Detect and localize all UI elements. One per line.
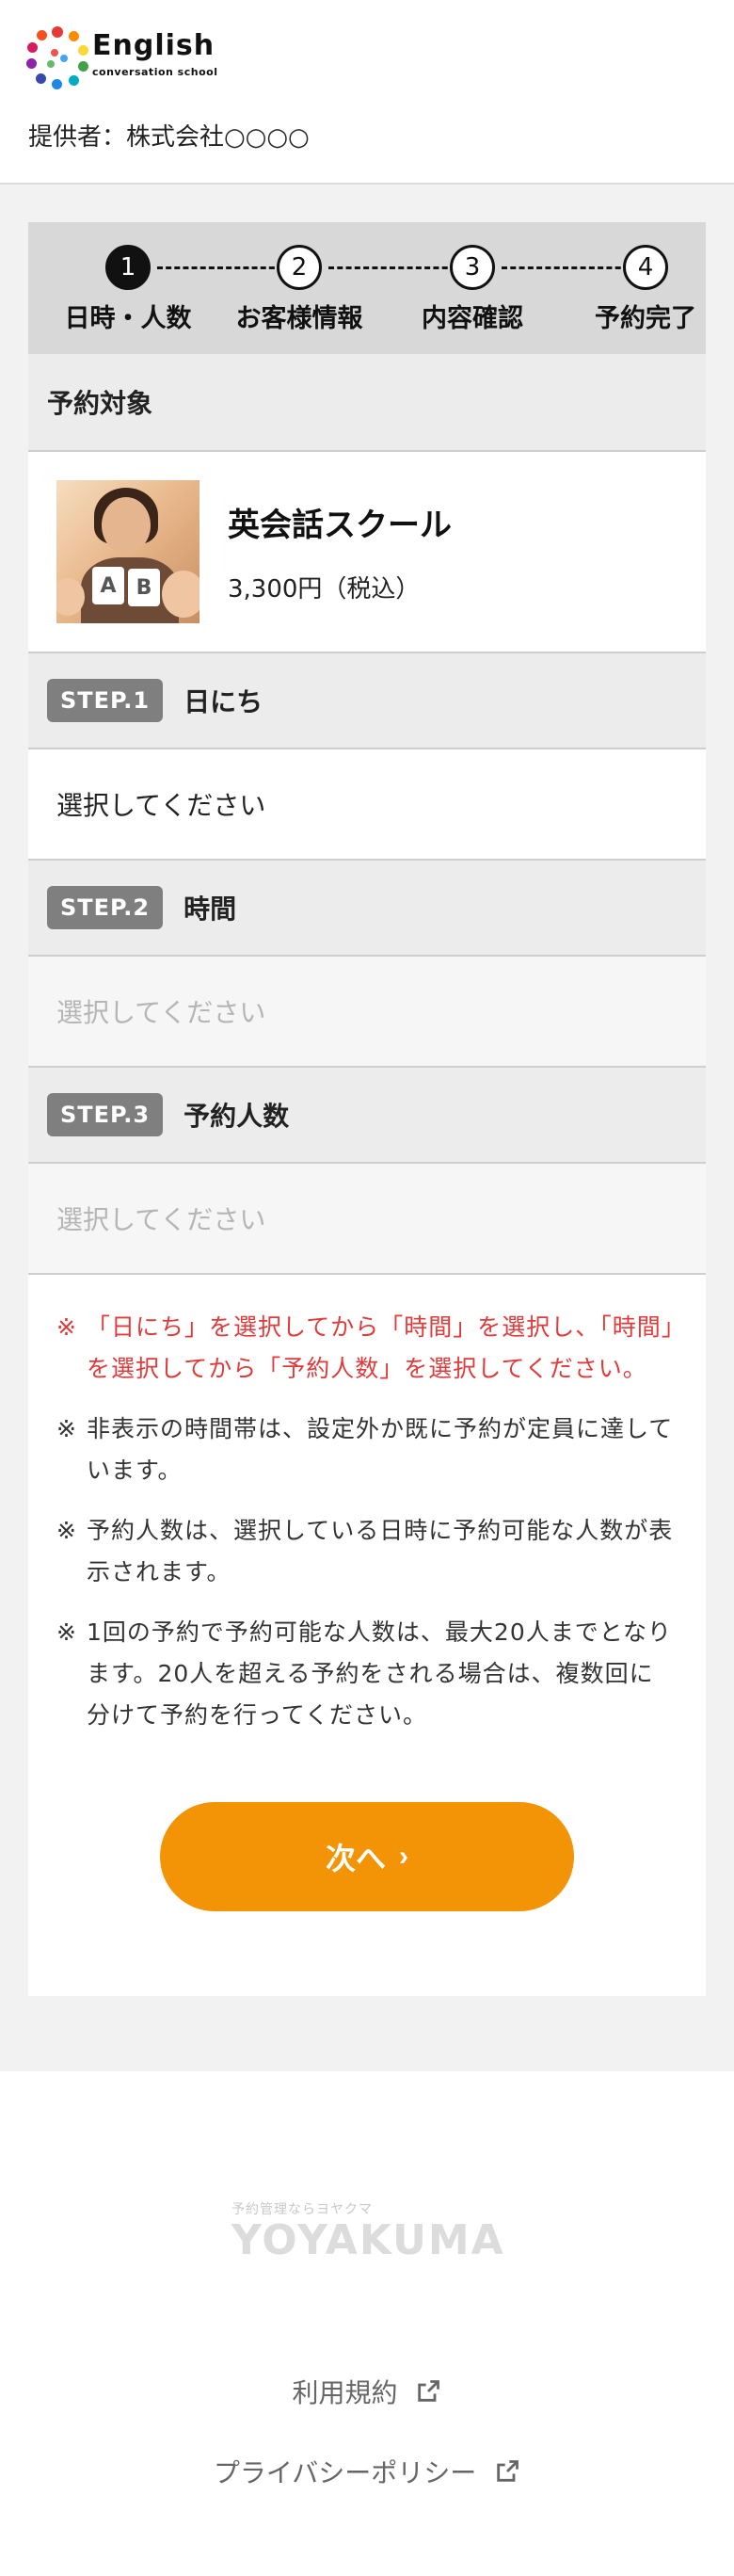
step1-badge: STEP.1 (47, 679, 164, 722)
date-select-placeholder: 選択してください (56, 790, 266, 821)
course-image: A B (56, 480, 199, 623)
site-footer: 予約管理ならヨヤクマ YOYAKUMA 利用規約 プライバシーポリシー (0, 2071, 734, 2576)
progress-step-1: 1 (105, 245, 151, 290)
step1-title: 日にち (184, 686, 263, 717)
time-select: 選択してください (28, 957, 706, 1066)
note-mark: ※ (56, 1517, 77, 1544)
target-item: A B 英会話スクール 3,300円（税込） (28, 452, 706, 652)
logo-text: English conversation school (92, 29, 218, 79)
note-mark: ※ (56, 1313, 77, 1341)
provider-text: 提供者：株式会社○○○○ (28, 123, 310, 152)
note-item: ※ 1回の予約で予約可能な人数は、最大20人までとなります。20人を超える予約を… (56, 1612, 678, 1736)
step1-heading-bar: STEP.1 日にち (28, 652, 706, 749)
target-info: 英会話スクール 3,300円（税込） (228, 499, 452, 604)
progress-connector (328, 266, 456, 269)
logo-subtitle: conversation school (92, 66, 218, 78)
date-select[interactable]: 選択してください (28, 749, 706, 859)
step3-title: 予約人数 (184, 1101, 290, 1132)
note-text: 非表示の時間帯は、設定外か既に予約が定員に達しています。 (87, 1415, 674, 1484)
course-name: 英会話スクール (228, 507, 452, 544)
school-logo-icon (26, 26, 88, 89)
external-link-icon (415, 2378, 441, 2411)
step3-badge: STEP.3 (47, 1093, 164, 1136)
next-button-label: 次へ (325, 1842, 386, 1876)
external-link-icon (494, 2458, 520, 2491)
note-text: 予約人数は、選択している日時に予約可能な人数が表示されます。 (87, 1517, 674, 1586)
main-area: 1 2 3 4 日時・人数 お客様情報 内容確認 予約完了 予約対象 A B 英… (0, 185, 734, 2071)
notes-section: ※ 「日にち」を選択してから「時間」を選択し、「時間」を選択してから「予約人数」… (28, 1273, 706, 1736)
target-heading-bar: 予約対象 (28, 354, 706, 452)
chevron-right-icon: › (399, 1841, 408, 1872)
progress-step-3: 3 (450, 245, 495, 290)
people-select-placeholder: 選択してください (56, 1204, 266, 1235)
progress-label-2: お客様情報 (235, 304, 363, 333)
next-button-wrap: 次へ › (28, 1755, 706, 1996)
note-mark: ※ (56, 1415, 77, 1442)
next-button[interactable]: 次へ › (160, 1802, 574, 1911)
time-select-placeholder: 選択してください (56, 997, 266, 1028)
people-select: 選択してください (28, 1164, 706, 1273)
progress-steps: 1 2 3 4 日時・人数 お客様情報 内容確認 予約完了 (28, 222, 706, 354)
note-item: ※ 予約人数は、選択している日時に予約可能な人数が表示されます。 (56, 1510, 678, 1593)
target-heading: 予約対象 (47, 388, 153, 419)
step2-badge: STEP.2 (47, 886, 164, 929)
step2-title: 時間 (184, 894, 237, 925)
course-price: 3,300円（税込） (228, 575, 421, 604)
terms-link-label: 利用規約 (292, 2377, 398, 2408)
privacy-link-label: プライバシーポリシー (213, 2457, 477, 2488)
progress-connector (502, 266, 630, 269)
note-text: 1回の予約で予約可能な人数は、最大20人までとなります。20人を超える予約をされ… (87, 1618, 672, 1729)
terms-link[interactable]: 利用規約 (0, 2373, 734, 2411)
progress-step-4: 4 (623, 245, 668, 290)
progress-label-4: 予約完了 (595, 304, 696, 333)
site-header: English conversation school 提供者：株式会社○○○○ (0, 0, 734, 185)
reservation-card: 1 2 3 4 日時・人数 お客様情報 内容確認 予約完了 予約対象 A B 英… (28, 222, 706, 1996)
note-item: ※ 「日にち」を選択してから「時間」を選択し、「時間」を選択してから「予約人数」… (56, 1307, 678, 1390)
progress-label-1: 日時・人数 (64, 304, 192, 333)
step2-heading-bar: STEP.2 時間 (28, 859, 706, 957)
yoyakuma-tagline: 予約管理ならヨヤクマ (231, 2202, 373, 2217)
yoyakuma-logo[interactable]: YOYAKUMA (231, 2216, 505, 2264)
progress-step-2: 2 (277, 245, 322, 290)
progress-label-3: 内容確認 (422, 304, 523, 333)
step3-heading-bar: STEP.3 予約人数 (28, 1066, 706, 1164)
logo-title: English (92, 29, 215, 62)
progress-connector (157, 266, 283, 269)
note-text: 「日にち」を選択してから「時間」を選択し、「時間」を選択してから「予約人数」を選… (87, 1313, 675, 1382)
privacy-link[interactable]: プライバシーポリシー (0, 2453, 734, 2491)
note-mark: ※ (56, 1618, 77, 1646)
note-item: ※ 非表示の時間帯は、設定外か既に予約が定員に達しています。 (56, 1409, 678, 1491)
